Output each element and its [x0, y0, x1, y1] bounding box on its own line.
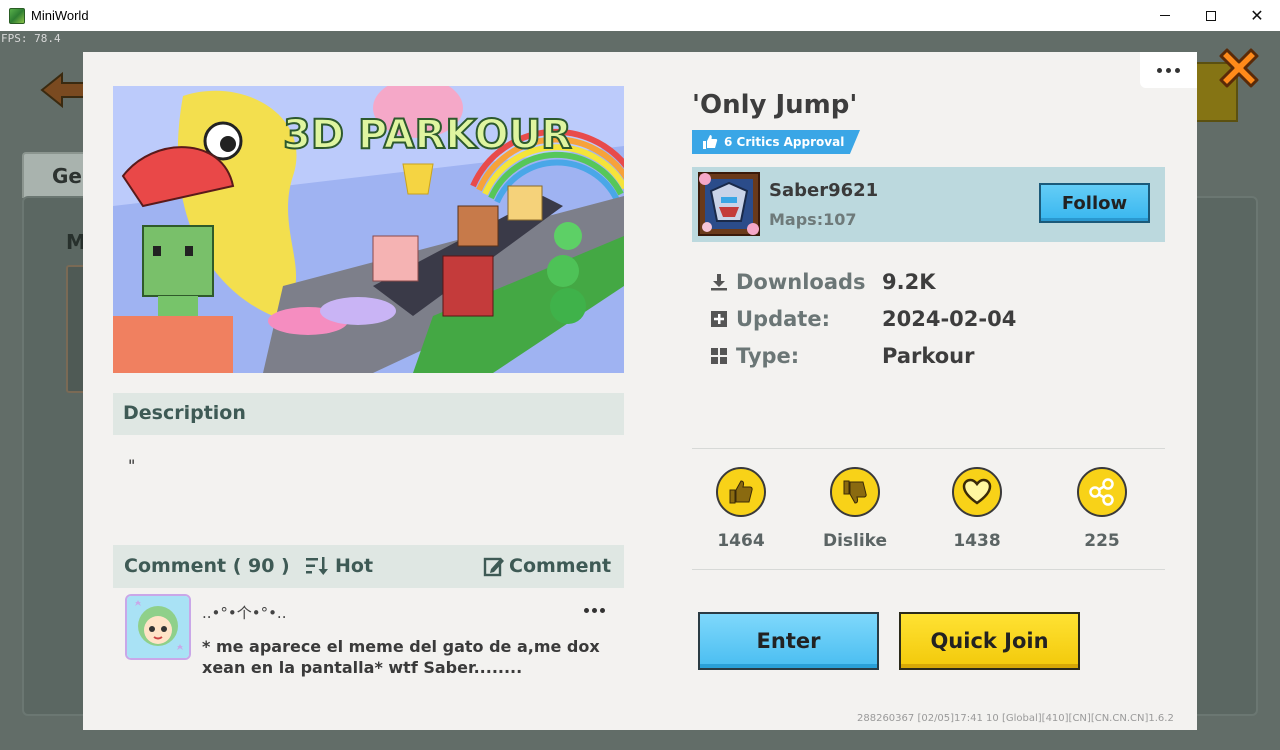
maximize-button[interactable] — [1188, 0, 1234, 31]
author-card: Saber9621 Maps:107 Follow — [692, 167, 1165, 242]
favorite-count: 1438 — [953, 531, 1001, 551]
sort-icon — [306, 557, 328, 575]
share-button[interactable] — [1077, 467, 1127, 517]
author-map-count: Maps:107 — [769, 210, 857, 229]
map-thumbnail: 3D PARKOUR — [113, 86, 624, 373]
heart-icon — [962, 478, 992, 505]
follow-button[interactable]: Follow — [1039, 183, 1150, 223]
edit-icon — [483, 557, 504, 577]
thumbs-down-icon — [843, 480, 867, 504]
type-row: Type: Parkour — [710, 344, 975, 368]
sort-label: Hot — [335, 555, 374, 577]
thumbs-up-icon — [703, 135, 718, 149]
more-options-button[interactable] — [1140, 52, 1197, 88]
type-value: Parkour — [882, 344, 975, 368]
download-icon — [711, 274, 727, 291]
miniworld-app-icon — [9, 7, 25, 24]
more-dot-icon — [584, 608, 589, 613]
write-comment-label: Comment — [509, 555, 612, 577]
update-label: Update: — [736, 307, 830, 331]
critics-approval-badge: 6 Critics Approval — [692, 130, 860, 154]
comment-text: * me aparece el meme del gato de a,me do… — [202, 637, 600, 677]
more-dot-icon — [592, 608, 597, 613]
parkour-illustration: 3D PARKOUR — [113, 86, 624, 373]
like-button[interactable] — [716, 467, 766, 517]
type-label: Type: — [736, 344, 800, 368]
share-count: 225 — [1084, 531, 1120, 551]
comment-username[interactable]: ..•°•个•°•.. — [202, 602, 286, 623]
description-text: " — [128, 456, 136, 475]
comment-more-button[interactable] — [584, 608, 605, 613]
window-title: MiniWorld — [31, 8, 89, 23]
close-icon: ✕ — [1250, 5, 1264, 25]
type-grid-icon — [711, 348, 727, 364]
sort-hot-button[interactable]: Hot — [305, 555, 373, 577]
share-icon — [1089, 478, 1114, 506]
comment-count: Comment ( 90 ) — [124, 555, 290, 577]
maximize-icon — [1206, 10, 1216, 21]
description-header: Description — [113, 393, 624, 435]
quick-join-button[interactable]: Quick Join — [899, 612, 1080, 670]
more-dot-icon — [1175, 67, 1180, 73]
downloads-label: Downloads — [736, 270, 866, 294]
map-title: 'Only Jump' — [692, 90, 858, 120]
author-avatar[interactable] — [697, 171, 761, 237]
critics-label: 6 Critics Approval — [724, 135, 845, 149]
like-count: 1464 — [717, 531, 765, 551]
write-comment-button[interactable]: Comment — [483, 555, 611, 577]
downloads-row: Downloads 9.2K — [710, 270, 935, 294]
author-name[interactable]: Saber9621 — [769, 180, 878, 201]
enter-button[interactable]: Enter — [698, 612, 879, 670]
more-dot-icon — [600, 608, 605, 613]
divider-top — [692, 448, 1165, 449]
thumbnail-caption: 3D PARKOUR — [283, 112, 572, 158]
like-stat[interactable]: 1464 — [691, 467, 791, 551]
more-dot-icon — [1157, 67, 1162, 73]
divider-bottom — [692, 569, 1165, 570]
comment-avatar[interactable] — [125, 594, 191, 660]
more-dot-icon — [1166, 67, 1171, 73]
comment-header: Comment ( 90 ) Hot Comment — [113, 545, 624, 588]
version-footer: 288260367 [02/05]17:41 10 [Global][410][… — [857, 713, 1174, 724]
dislike-label: Dislike — [822, 531, 888, 551]
favorite-button[interactable] — [952, 467, 1002, 517]
thumbs-up-icon — [729, 480, 753, 504]
favorite-stat[interactable]: 1438 — [927, 467, 1027, 551]
update-value: 2024-02-04 — [882, 307, 1017, 331]
background-tab[interactable]: Ge — [22, 152, 92, 198]
commenter-avatar-image — [127, 596, 189, 658]
share-stat[interactable]: 225 — [1052, 467, 1152, 551]
update-icon — [711, 311, 727, 327]
window-titlebar: MiniWorld ✕ — [0, 0, 1280, 31]
minimize-button[interactable] — [1142, 0, 1188, 31]
minimize-icon — [1160, 15, 1170, 16]
fps-counter: FPS: 78.4 — [1, 32, 61, 45]
dislike-stat[interactable]: Dislike — [805, 467, 905, 551]
window-close-button[interactable]: ✕ — [1234, 0, 1280, 31]
dialog-close-icon[interactable] — [1213, 42, 1265, 94]
update-row: Update: 2024-02-04 — [710, 307, 1016, 331]
downloads-value: 9.2K — [882, 270, 936, 294]
dislike-button[interactable] — [830, 467, 880, 517]
